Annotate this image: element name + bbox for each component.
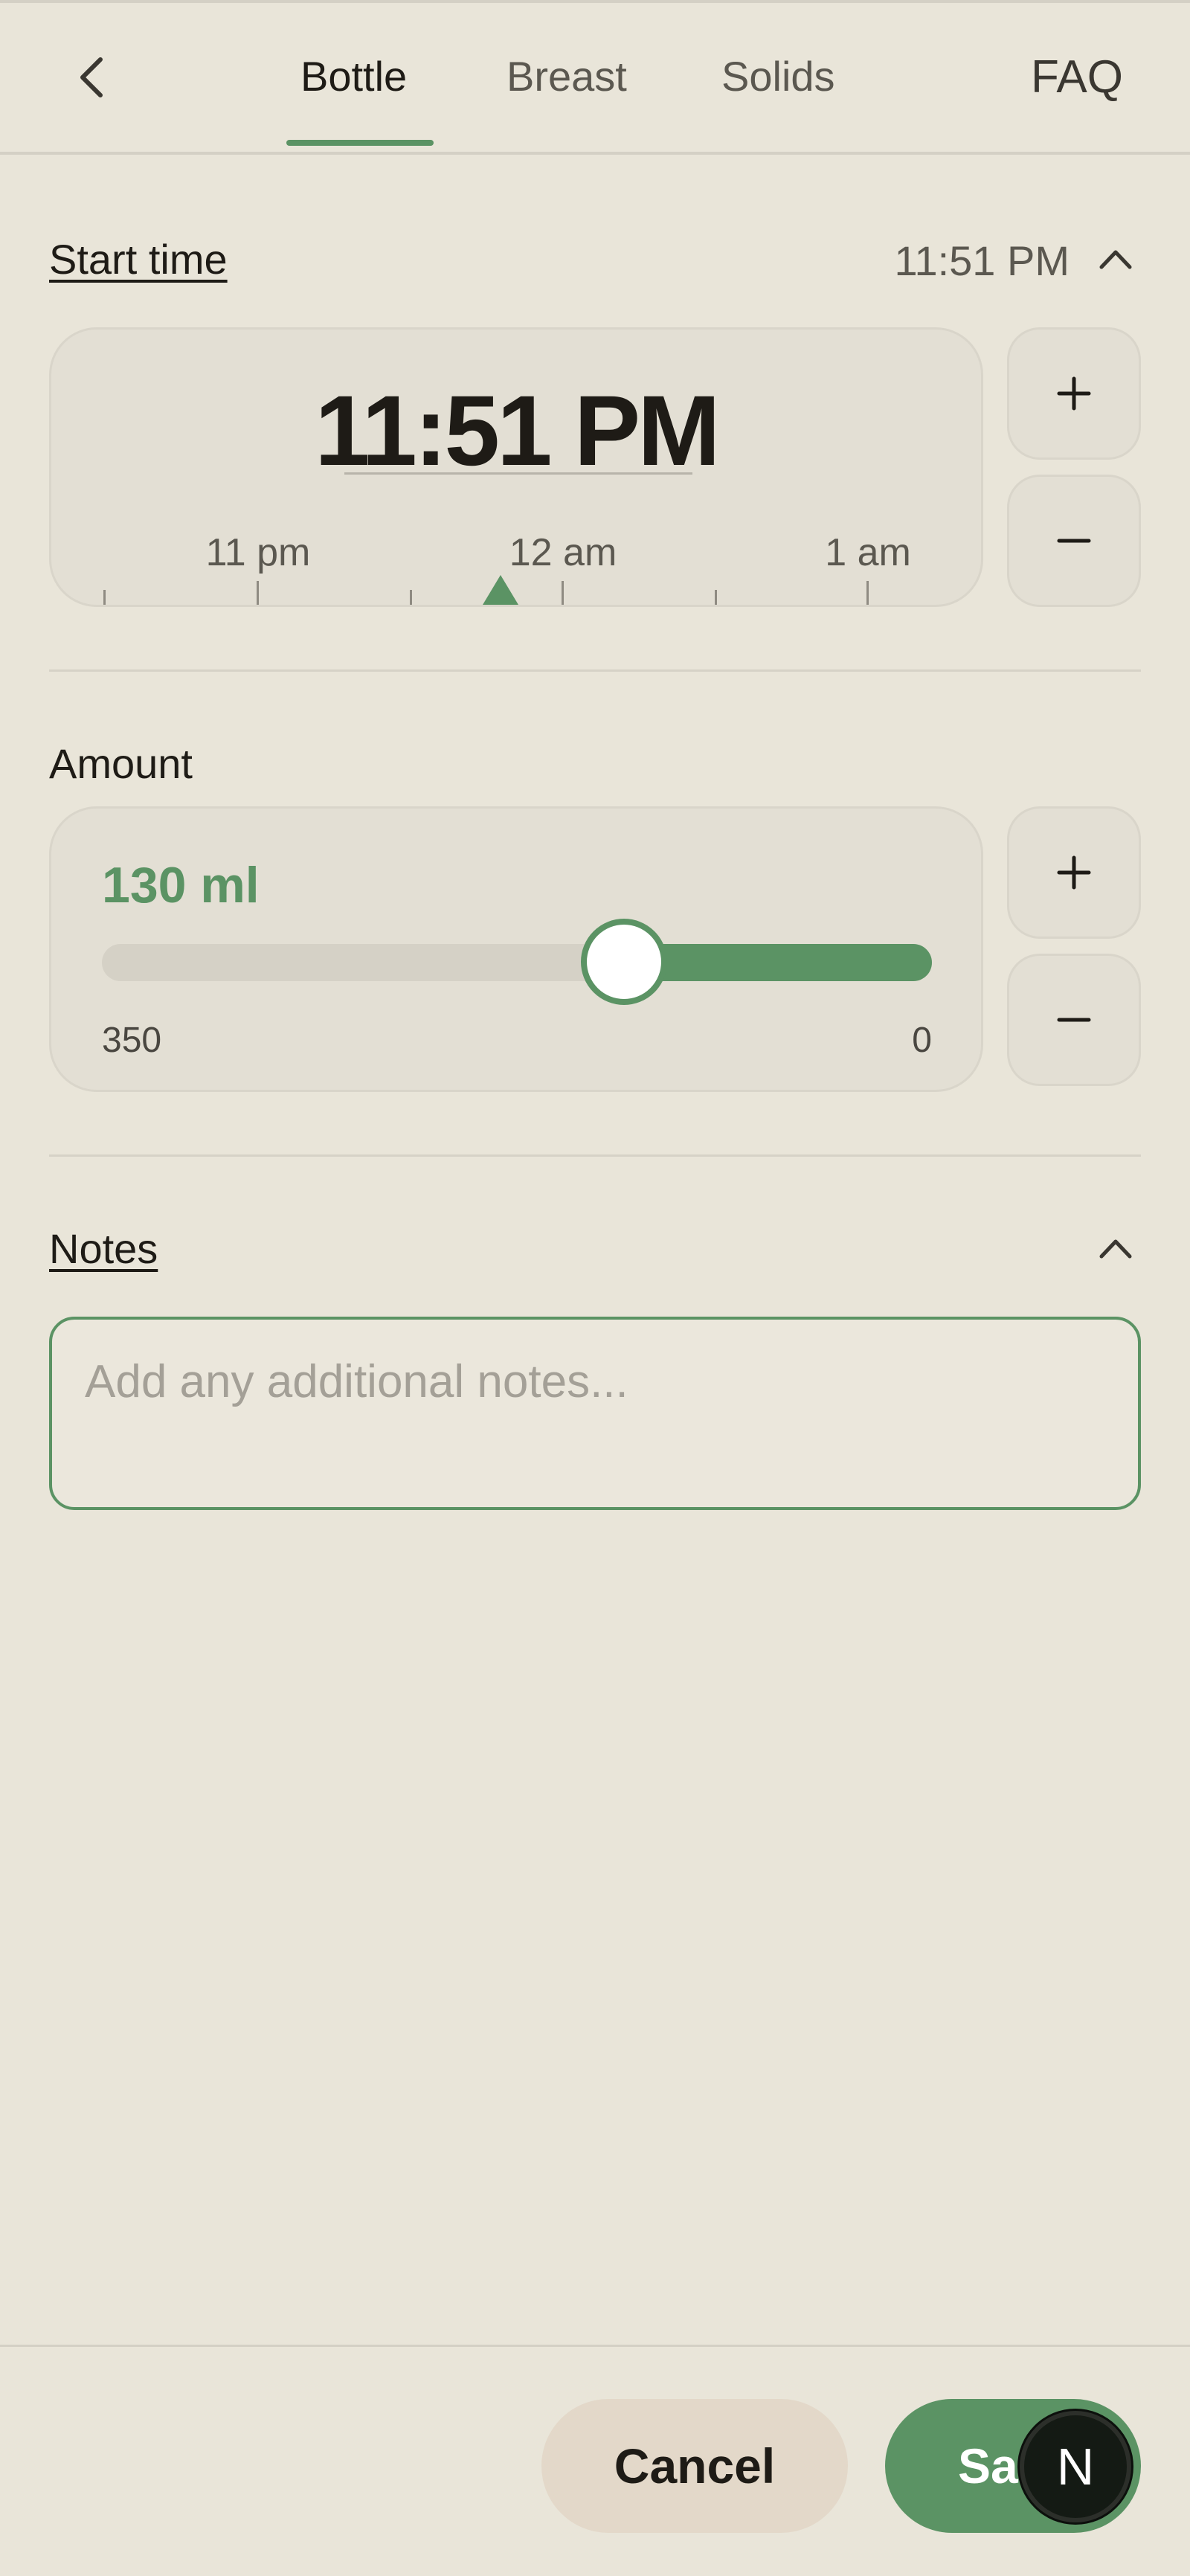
major-tick <box>257 581 259 605</box>
chevron-left-icon <box>80 57 103 97</box>
active-tab-indicator <box>286 140 434 146</box>
current-time-marker <box>483 575 518 605</box>
major-tick <box>866 581 869 605</box>
time-increment-button[interactable] <box>1007 327 1141 460</box>
amount-slider-thumb[interactable] <box>580 919 667 1005</box>
cancel-button[interactable]: Cancel <box>541 2399 848 2533</box>
amount-increment-button[interactable] <box>1007 806 1141 939</box>
notes-textarea[interactable] <box>52 1320 1138 1507</box>
tab-bottle[interactable]: Bottle <box>300 52 407 100</box>
notes-field[interactable] <box>49 1317 1141 1510</box>
tick-label-1am: 1 am <box>825 531 911 574</box>
avatar[interactable]: N <box>1020 2411 1131 2522</box>
amount-range-min-label: 0 <box>912 1021 932 1060</box>
notes-collapse-button[interactable] <box>1093 1226 1138 1271</box>
start-time-summary: 11:51 PM <box>894 237 1070 284</box>
amount-range-max-label: 350 <box>102 1021 162 1060</box>
amount-value: 130 ml <box>102 857 260 913</box>
section-divider <box>49 1154 1141 1157</box>
back-button[interactable] <box>62 48 120 107</box>
amount-decrement-button[interactable] <box>1007 954 1141 1086</box>
notes-title[interactable]: Notes <box>49 1224 158 1273</box>
start-time-collapse-button[interactable] <box>1093 237 1138 281</box>
top-nav: Bottle Breast Solids FAQ <box>0 3 1190 155</box>
plus-icon <box>1057 376 1091 411</box>
time-picker-card[interactable]: 11:51 PM 11 pm 12 am 1 am <box>49 327 983 607</box>
tab-solids[interactable]: Solids <box>721 52 835 100</box>
minor-tick <box>410 590 412 605</box>
tab-breast[interactable]: Breast <box>506 52 627 100</box>
time-decrement-button[interactable] <box>1007 475 1141 607</box>
action-bar: Cancel Sa N <box>0 2345 1190 2576</box>
time-display-underline <box>344 472 692 475</box>
amount-slider-fill <box>623 944 932 981</box>
major-tick <box>562 581 564 605</box>
tick-label-11pm: 11 pm <box>205 531 311 574</box>
minus-icon <box>1057 1018 1091 1022</box>
amount-slider-track[interactable] <box>102 944 932 981</box>
minus-icon <box>1057 539 1091 543</box>
tick-label-12am: 12 am <box>509 531 617 574</box>
start-time-title[interactable]: Start time <box>49 235 228 283</box>
minor-tick <box>715 590 717 605</box>
chevron-up-icon <box>1099 1239 1132 1259</box>
time-display[interactable]: 11:51 PM <box>51 374 981 488</box>
bottle-feed-form: Bottle Breast Solids FAQ Start time 11:5… <box>0 0 1190 2576</box>
amount-title: Amount <box>49 740 193 787</box>
section-divider <box>49 669 1141 672</box>
chevron-up-icon <box>1099 250 1132 269</box>
amount-card: 130 ml 350 0 <box>49 806 983 1092</box>
faq-link[interactable]: FAQ <box>1031 51 1123 103</box>
plus-icon <box>1057 855 1091 890</box>
minor-tick <box>103 590 106 605</box>
